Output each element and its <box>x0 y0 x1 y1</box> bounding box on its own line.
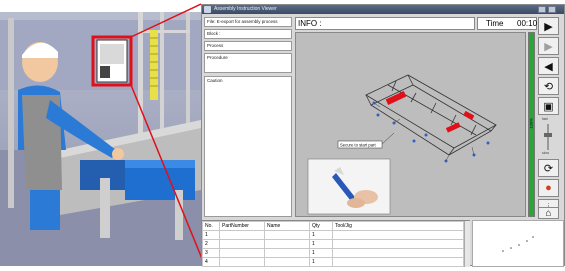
cell-qty: 1 <box>309 248 333 258</box>
col-part-number: PartNumber <box>219 221 265 231</box>
table-row[interactable]: 31 <box>202 248 464 258</box>
info-bar: INFO : <box>295 17 475 30</box>
callout-label: Secure to start part <box>340 143 376 148</box>
minimize-button[interactable] <box>538 6 546 13</box>
cell-qty: 1 <box>309 257 333 267</box>
cell-part-number <box>219 239 265 249</box>
info-label: INFO : <box>298 19 322 28</box>
overview-minimap[interactable] <box>472 220 564 267</box>
cell-tool <box>332 230 464 240</box>
parts-table: No. PartNumber Name Qty Tool/Jig 11 21 3… <box>202 220 470 267</box>
time-label: Time <box>486 19 504 28</box>
slider-thumb[interactable] <box>544 133 552 137</box>
next-step-button[interactable]: ▶ <box>538 37 559 55</box>
process-label: Process <box>204 41 292 51</box>
block-label: Block : <box>204 29 292 39</box>
table-header-row: No. PartNumber Name Qty Tool/Jig <box>202 221 464 231</box>
cell-name <box>264 239 310 249</box>
window-title: Assembly Instruction Viewer <box>214 6 277 12</box>
slider-slow-label: slow <box>542 151 550 155</box>
table-row[interactable]: 41 <box>202 257 464 267</box>
cell-tool <box>332 248 464 258</box>
loop-button[interactable]: ⟲ <box>538 77 559 95</box>
assembly-viewer-window: Assembly Instruction Viewer File: E-expo… <box>201 4 565 267</box>
col-no: No. <box>202 221 220 231</box>
time-display: Time 00:10 <box>477 17 537 30</box>
cell-no: 3 <box>202 248 220 258</box>
slider-fast-label: fast <box>542 117 548 121</box>
cell-part-number <box>219 230 265 240</box>
color-palette-button[interactable]: ● <box>538 179 559 197</box>
file-label: File: E-export for assembly process <box>204 17 292 27</box>
reset-view-button[interactable]: ⟳ <box>538 159 559 177</box>
col-name: Name <box>264 221 310 231</box>
progress-label: 100% <box>528 118 534 129</box>
app-icon <box>204 6 211 13</box>
cell-no: 1 <box>202 230 220 240</box>
cell-part-number <box>219 257 265 267</box>
procedure-label: Procedure <box>204 53 292 73</box>
minimap-model <box>502 236 534 252</box>
cell-no: 4 <box>202 257 220 267</box>
cell-name <box>264 230 310 240</box>
progress-bar: 100% <box>528 32 535 217</box>
table-row[interactable]: 21 <box>202 239 464 249</box>
control-toolbar: ▶ ▶ ◀ ⟲ ▣ fast slow ⟳ ● i <box>538 17 560 222</box>
cell-qty: 1 <box>309 230 333 240</box>
time-value: 00:10 <box>517 19 538 28</box>
col-tool-jig: Tool/Jig <box>332 221 464 231</box>
3d-viewport[interactable]: Secure to start part <box>295 32 526 217</box>
cell-name <box>264 248 310 258</box>
close-button[interactable] <box>548 6 556 13</box>
worker-3d-scene <box>0 3 201 266</box>
cell-part-number <box>219 248 265 258</box>
cell-qty: 1 <box>309 239 333 249</box>
table-row[interactable]: 11 <box>202 230 464 240</box>
cell-tool <box>332 239 464 249</box>
cell-no: 2 <box>202 239 220 249</box>
table-scrollbar[interactable] <box>464 221 470 267</box>
title-bar: Assembly Instruction Viewer <box>202 5 564 14</box>
cell-tool <box>332 257 464 267</box>
camera-button[interactable]: ▣ <box>538 97 559 115</box>
previous-step-button[interactable]: ◀ <box>538 57 559 75</box>
play-button[interactable]: ▶ <box>538 17 559 35</box>
cell-name <box>264 257 310 267</box>
col-qty: Qty <box>309 221 333 231</box>
slider-track <box>547 124 549 150</box>
speed-slider[interactable]: fast slow <box>538 117 559 157</box>
home-button[interactable]: ⌂ <box>538 207 559 219</box>
caution-label: Caution <box>204 76 292 217</box>
assembly-model: Secure to start part <box>307 74 497 215</box>
